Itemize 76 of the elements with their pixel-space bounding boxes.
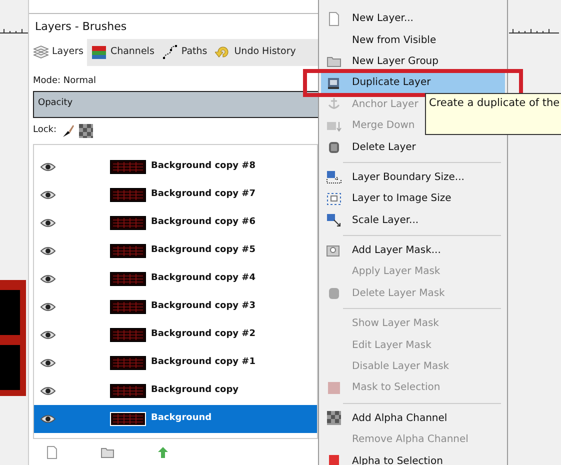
layer-thumbnail: [110, 328, 146, 342]
layer-name: Background copy #7: [151, 188, 256, 202]
eye-icon[interactable]: [40, 358, 56, 368]
layer-row[interactable]: Background copy #3: [34, 293, 317, 321]
layer-name: Background copy #6: [151, 216, 256, 230]
anchor-icon: [326, 97, 342, 112]
eye-icon[interactable]: [40, 330, 56, 340]
layer-thumbnail: [110, 244, 146, 258]
brush-icon[interactable]: [62, 124, 74, 138]
up-arrow-icon[interactable]: [158, 446, 168, 458]
page-icon: [326, 12, 342, 26]
folder-icon: [326, 54, 342, 68]
layer-row[interactable]: Background copy #5: [34, 237, 317, 265]
layer-thumbnail: [110, 160, 146, 174]
layer-thumbnail: [110, 412, 146, 426]
layer-name: Background copy #4: [151, 272, 256, 286]
opacity-slider-fill[interactable]: [34, 92, 318, 117]
new-page-icon[interactable]: [47, 446, 57, 458]
duplicate-icon: [326, 76, 342, 90]
eye-icon[interactable]: [40, 414, 56, 424]
tooltip: Create a duplicate of the: [425, 93, 561, 135]
folder-icon[interactable]: [101, 446, 114, 458]
eye-icon[interactable]: [40, 162, 56, 172]
menu-item[interactable]: Duplicate Layer: [321, 72, 505, 94]
layer-thumbnail: [110, 356, 146, 370]
layer-thumbnail: [110, 384, 146, 398]
menu-item[interactable]: Scale Layer...: [321, 210, 422, 231]
ruler: [509, 26, 559, 34]
panel-title: Layers - Brushes: [34, 19, 128, 35]
layer-name: Background copy #5: [151, 244, 256, 258]
mode-label: Mode: Normal: [32, 74, 97, 88]
layer-name: Background copy: [151, 384, 239, 398]
menu-item[interactable]: Layer Boundary Size...: [321, 166, 468, 188]
layer-name: Background copy #8: [151, 160, 256, 174]
opacity-label: Opacity: [37, 97, 74, 110]
eye-icon[interactable]: [40, 190, 56, 200]
resize-icon: [326, 170, 342, 184]
tab[interactable]: Layers: [29, 38, 88, 66]
layer-row[interactable]: Background copy #8: [34, 153, 317, 181]
undo-arrow-icon: [215, 44, 232, 60]
eye-icon[interactable]: [40, 386, 56, 396]
checkerboard-icon[interactable]: [78, 124, 93, 138]
menu-item[interactable]: New Layer...: [321, 8, 416, 30]
layer-row[interactable]: Background: [34, 405, 317, 433]
layer-thumbnail: [110, 216, 146, 230]
layer-row[interactable]: Background copy #2: [34, 321, 317, 349]
menu-item[interactable]: Add Alpha Channel: [321, 408, 450, 430]
layer-row[interactable]: Background copy #7: [34, 181, 317, 209]
layer-name: Background copy #2: [151, 328, 256, 342]
layer-row[interactable]: Background copy #4: [34, 265, 317, 293]
checkerboard-icon: [326, 411, 342, 426]
lock-label: Lock:: [33, 124, 57, 138]
eye-icon[interactable]: [40, 274, 56, 284]
menu-item[interactable]: Delete Layer: [321, 136, 419, 158]
layer-name: Background: [151, 412, 212, 426]
menu-item[interactable]: New from Visible: [321, 29, 440, 51]
layer-thumbnail: [110, 272, 146, 286]
eye-icon[interactable]: [40, 218, 56, 228]
path-nodes-icon: [162, 44, 178, 60]
fit-icon: [326, 192, 342, 206]
menu-item[interactable]: Add Layer Mask...: [321, 240, 444, 262]
layer-thumbnail: [110, 188, 146, 202]
menu-item[interactable]: Layer to Image Size: [321, 188, 454, 210]
scale-icon: [326, 213, 342, 228]
eye-icon[interactable]: [40, 302, 56, 312]
layer-row[interactable]: Background copy #6: [34, 209, 317, 237]
menu-item[interactable]: New Layer Group: [321, 50, 442, 72]
layer-name: Background copy #3: [151, 300, 256, 314]
layers-stack-icon: [33, 45, 49, 59]
ruler: [0, 26, 28, 34]
layer-row[interactable]: Background copy: [34, 377, 317, 405]
layer-row[interactable]: Background copy #1: [34, 349, 317, 377]
layer-thumbnail: [110, 300, 146, 314]
layer-name: Background copy #1: [151, 356, 256, 370]
colored-layers-icon: [91, 44, 108, 60]
eye-icon[interactable]: [40, 246, 56, 256]
